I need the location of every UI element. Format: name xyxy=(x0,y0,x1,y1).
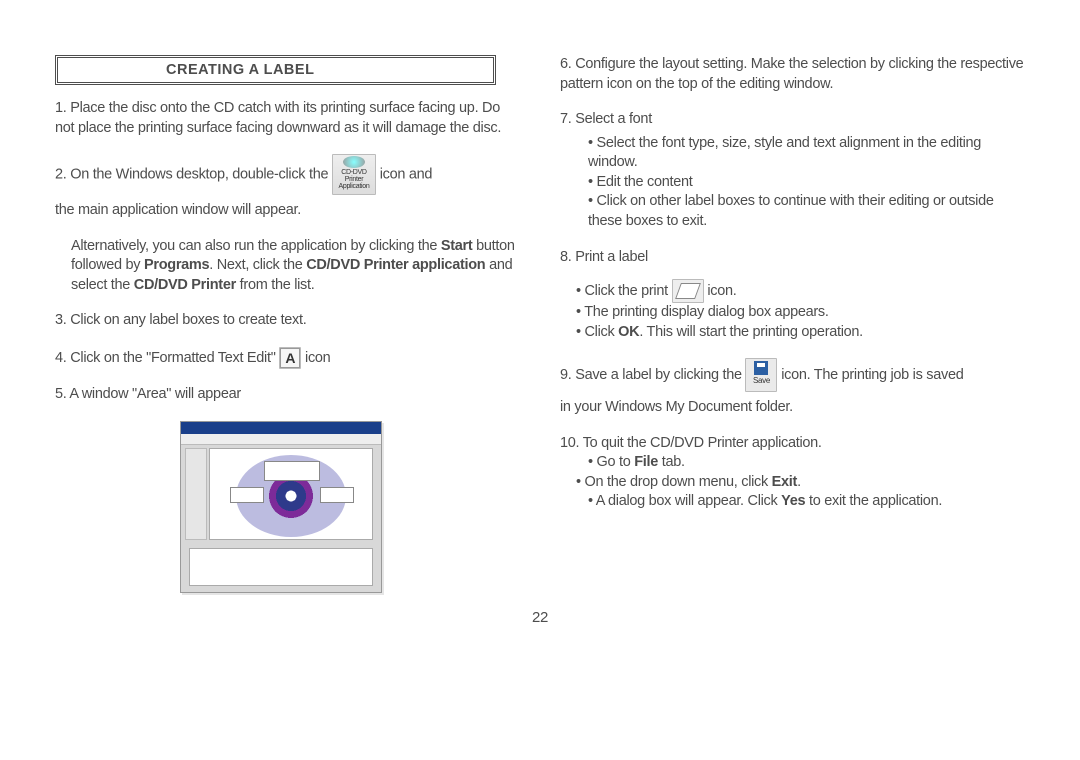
screenshot-sidebar xyxy=(185,448,207,540)
step-2-alternative: Alternatively, you can also run the appl… xyxy=(71,237,520,296)
step-10-b: • On the drop down menu, click Exit. xyxy=(576,473,1025,493)
step-6: 6. Configure the layout setting. Make th… xyxy=(560,55,1025,94)
step-10-c: • A dialog box will appear. Click Yes to… xyxy=(588,492,1025,512)
step-2-text-b: icon and xyxy=(380,166,432,182)
step-4-text-b: icon xyxy=(305,350,330,366)
step-2-text-a: 2. On the Windows desktop, double-click … xyxy=(55,166,328,182)
page-content: CREATING A LABEL 1. Place the disc onto … xyxy=(0,0,1080,603)
step-2: 2. On the Windows desktop, double-click … xyxy=(55,154,520,221)
step-4-text-a: 4. Click on the "Formatted Text Edit" xyxy=(55,350,279,366)
step-7-c: Click on other label boxes to continue w… xyxy=(588,192,1025,231)
screenshot-label-box xyxy=(230,487,264,503)
step-10-a: • Go to File tab. xyxy=(588,453,1025,473)
right-column: 6. Configure the layout setting. Make th… xyxy=(560,55,1025,593)
screenshot-label-box xyxy=(320,487,354,503)
screenshot-canvas xyxy=(209,448,373,540)
print-icon xyxy=(672,279,704,303)
area-window-screenshot xyxy=(180,421,382,593)
screenshot-menubar xyxy=(181,434,381,445)
step-1: 1. Place the disc onto the CD catch with… xyxy=(55,99,520,138)
step-9: 9. Save a label by clicking the Save ico… xyxy=(560,358,1025,418)
cd-dvd-printer-application-icon: CD-DVD Printer Application xyxy=(332,154,376,195)
screenshot-titlebar xyxy=(181,422,381,434)
step-8-a: • Click the print icon. xyxy=(576,279,1025,303)
step-7-b: Edit the content xyxy=(588,173,1025,193)
step-10: 10. To quit the CD/DVD Printer applicati… xyxy=(560,434,1025,512)
page-number: 22 xyxy=(0,609,1080,626)
left-column: CREATING A LABEL 1. Place the disc onto … xyxy=(55,55,520,593)
save-icon: Save xyxy=(745,358,777,392)
step-5: 5. A window "Area" will appear xyxy=(55,385,520,405)
step-2-text-c: the main application window will appear. xyxy=(55,202,301,218)
step-4: 4. Click on the "Formatted Text Edit" A … xyxy=(55,347,520,369)
section-heading-box: CREATING A LABEL xyxy=(55,55,496,85)
step-7: 7. Select a font Select the font type, s… xyxy=(560,110,1025,231)
screenshot-bottom-box xyxy=(189,548,373,586)
step-8: 8. Print a label • Click the print icon.… xyxy=(560,248,1025,343)
step-8-b: The printing display dialog box appears. xyxy=(576,303,1025,323)
formatted-text-edit-icon: A xyxy=(279,347,301,369)
section-heading: CREATING A LABEL xyxy=(166,62,485,78)
step-3: 3. Click on any label boxes to create te… xyxy=(55,311,520,331)
step-8-c: • Click OK. This will start the printing… xyxy=(576,323,1025,343)
step-7-a: Select the font type, size, style and te… xyxy=(588,134,1025,173)
screenshot-label-box xyxy=(264,461,320,481)
